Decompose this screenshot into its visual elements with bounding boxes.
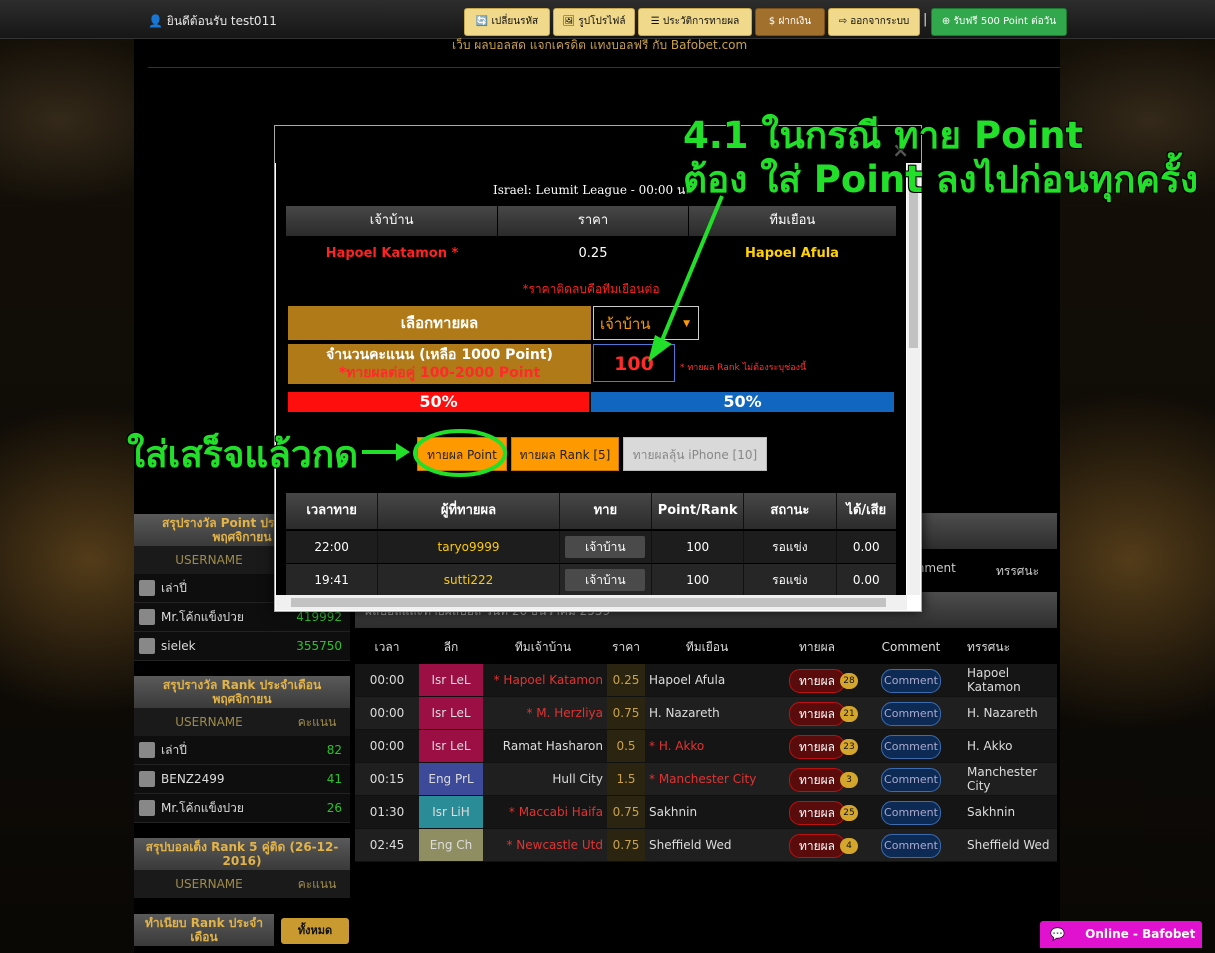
annotation-highlight-circle — [415, 431, 505, 475]
online-chat-button[interactable]: 💬 Online - Bafobet — [1040, 921, 1202, 948]
annotation-arrow-line — [658, 196, 722, 350]
annotation-arrowhead — [396, 443, 410, 461]
annotation-overlay — [0, 0, 1215, 953]
annotation-arrowhead — [648, 335, 672, 362]
chat-icon: 💬 — [1050, 927, 1065, 941]
